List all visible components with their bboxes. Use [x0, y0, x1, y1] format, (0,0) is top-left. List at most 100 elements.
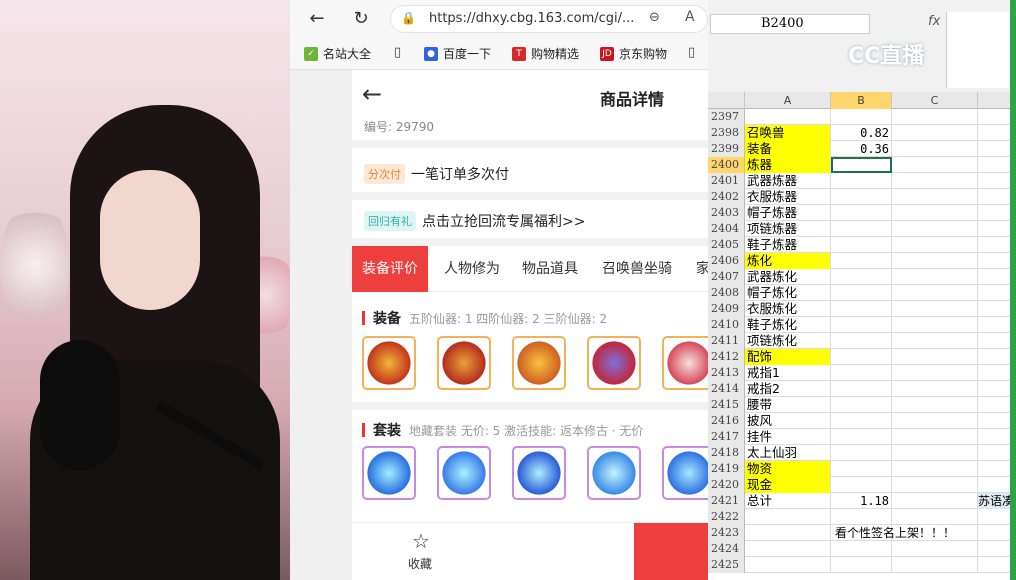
cell-a[interactable]: 衣服炼化: [745, 301, 831, 317]
column-header-b[interactable]: B: [831, 92, 892, 109]
cell-a[interactable]: 武器炼器: [745, 173, 831, 189]
row-number[interactable]: 2397: [708, 109, 745, 125]
row-number[interactable]: 2403: [708, 205, 745, 221]
row-number[interactable]: 2412: [708, 349, 745, 365]
cell-a[interactable]: 召唤兽: [745, 125, 831, 141]
cell-a[interactable]: 帽子炼化: [745, 285, 831, 301]
cell-c[interactable]: [892, 285, 978, 301]
cell-b[interactable]: [831, 397, 892, 413]
cell-b[interactable]: [831, 461, 892, 477]
cell-a[interactable]: 戒指1: [745, 365, 831, 381]
row-number[interactable]: 2411: [708, 333, 745, 349]
row-number[interactable]: 2405: [708, 237, 745, 253]
cell-a[interactable]: [745, 525, 831, 541]
cell-c[interactable]: [892, 509, 978, 525]
cell-c[interactable]: [892, 461, 978, 477]
formula-input[interactable]: [946, 12, 1016, 88]
reader-mode-icon[interactable]: A: [685, 9, 695, 25]
cell-b[interactable]: [831, 237, 892, 253]
equip-item[interactable]: [512, 336, 566, 390]
cell-c[interactable]: [892, 365, 978, 381]
cell-b[interactable]: [831, 365, 892, 381]
tab-equip-eval[interactable]: 装备评价: [352, 246, 428, 292]
favorite-label[interactable]: 收藏: [408, 555, 432, 572]
column-header-a[interactable]: A: [745, 92, 831, 109]
star-icon[interactable]: ☆: [412, 529, 430, 553]
page-icon[interactable]: ▯: [394, 45, 401, 60]
row-number[interactable]: 2420: [708, 477, 745, 493]
cell-b[interactable]: [831, 333, 892, 349]
suit-item[interactable]: [437, 446, 491, 500]
cell-a[interactable]: 现金: [745, 477, 831, 493]
fx-icon[interactable]: fx: [928, 14, 940, 29]
corner-cell[interactable]: [708, 92, 745, 109]
cell-c[interactable]: [892, 189, 978, 205]
cell-b[interactable]: 1.18: [831, 493, 892, 509]
row-number[interactable]: 2400: [708, 157, 745, 173]
cell-c[interactable]: [892, 541, 978, 557]
cell-b[interactable]: [831, 157, 892, 173]
cell-c[interactable]: [892, 301, 978, 317]
cell-b[interactable]: [831, 557, 892, 573]
zoom-icon[interactable]: ⊖: [649, 10, 660, 25]
row-number[interactable]: 2398: [708, 125, 745, 141]
cell-b[interactable]: [831, 429, 892, 445]
cell-a[interactable]: 物资: [745, 461, 831, 477]
suit-item[interactable]: [362, 446, 416, 500]
cell-a[interactable]: 炼化: [745, 253, 831, 269]
cell-c[interactable]: [892, 173, 978, 189]
cell-c[interactable]: [892, 205, 978, 221]
cell-a[interactable]: 总计: [745, 493, 831, 509]
row-number[interactable]: 2407: [708, 269, 745, 285]
cell-c[interactable]: [892, 557, 978, 573]
tab-cultivation[interactable]: 人物修为: [444, 246, 500, 292]
cell-c[interactable]: [892, 157, 978, 173]
cell-a[interactable]: [745, 509, 831, 525]
cell-b[interactable]: [831, 221, 892, 237]
cell-b[interactable]: [831, 173, 892, 189]
tab-items[interactable]: 物品道具: [522, 246, 578, 292]
cell-a[interactable]: 项链炼器: [745, 221, 831, 237]
cell-b[interactable]: [831, 317, 892, 333]
row-number[interactable]: 2402: [708, 189, 745, 205]
row-number[interactable]: 2408: [708, 285, 745, 301]
row-number[interactable]: 2417: [708, 429, 745, 445]
equip-item[interactable]: [587, 336, 641, 390]
bookmark-item[interactable]: JD 京东购物: [600, 45, 667, 62]
cell-c[interactable]: [892, 109, 978, 125]
cell-b[interactable]: [831, 509, 892, 525]
cell-c[interactable]: [892, 445, 978, 461]
cell-b[interactable]: [831, 189, 892, 205]
cell-a[interactable]: 炼器: [745, 157, 831, 173]
bookmark-item[interactable]: T 购物精选: [512, 45, 579, 62]
cell-b[interactable]: [831, 541, 892, 557]
cell-c[interactable]: [892, 477, 978, 493]
cell-b[interactable]: [831, 253, 892, 269]
cell-c[interactable]: [892, 237, 978, 253]
cell-b[interactable]: [831, 413, 892, 429]
cell-c[interactable]: [892, 397, 978, 413]
cell-a[interactable]: 鞋子炼器: [745, 237, 831, 253]
equip-item[interactable]: [437, 336, 491, 390]
name-box[interactable]: B2400: [710, 14, 870, 34]
cell-c[interactable]: [892, 413, 978, 429]
cell-a[interactable]: [745, 541, 831, 557]
cell-b[interactable]: 0.36: [831, 141, 892, 157]
cell-b[interactable]: [831, 285, 892, 301]
split-pay-row[interactable]: 分次付 一笔订单多次付: [364, 164, 509, 184]
suit-item[interactable]: [587, 446, 641, 500]
row-number[interactable]: 2415: [708, 397, 745, 413]
url-box[interactable]: 🔒 https://dhxy.cbg.163.com/cgi/... ⊖ A: [390, 5, 708, 33]
return-gift-row[interactable]: 回归有礼 点击立抢回流专属福利>>: [364, 211, 585, 231]
row-number[interactable]: 2424: [708, 541, 745, 557]
buy-button[interactable]: [634, 523, 708, 580]
suit-item[interactable]: [512, 446, 566, 500]
cell-a[interactable]: 武器炼化: [745, 269, 831, 285]
row-number[interactable]: 2418: [708, 445, 745, 461]
cell-a[interactable]: 戒指2: [745, 381, 831, 397]
back-arrow-icon[interactable]: ←: [362, 80, 382, 108]
cell-a[interactable]: 腰带: [745, 397, 831, 413]
page-icon[interactable]: ▯: [688, 45, 695, 60]
cell-b[interactable]: [831, 109, 892, 125]
cell-a[interactable]: 帽子炼器: [745, 205, 831, 221]
